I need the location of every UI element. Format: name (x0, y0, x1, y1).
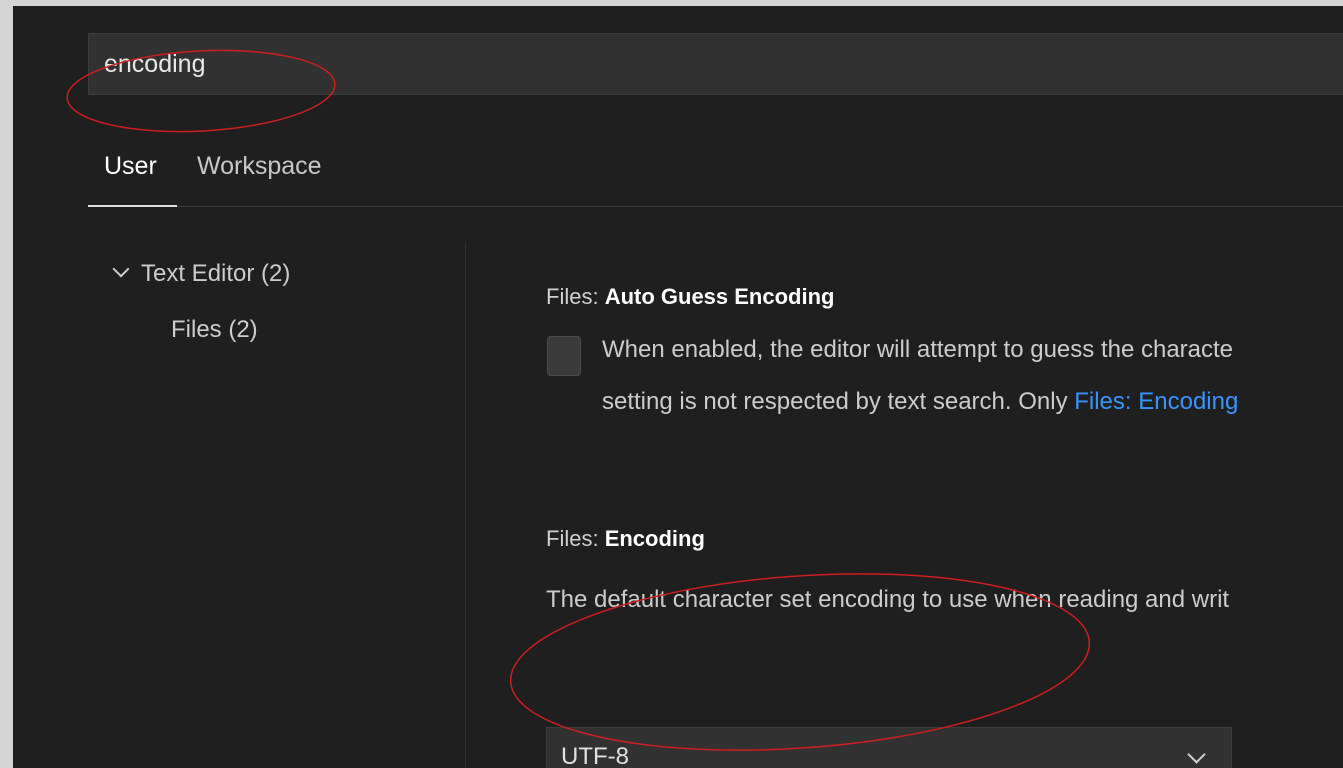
toc-item-text-editor[interactable]: Text Editor (2) (112, 260, 291, 288)
toc-divider (465, 242, 466, 768)
chevron-down-icon (1187, 745, 1206, 764)
setting-title-encoding: Files: Encoding (546, 526, 705, 552)
tab-user[interactable]: User (104, 152, 157, 181)
chevron-down-icon[interactable] (112, 260, 130, 278)
setting-title-auto-guess-encoding: Files: Auto Guess Encoding (546, 284, 834, 310)
setting-category: Files: (546, 284, 605, 309)
settings-scope-tabs: User Workspace (88, 142, 1343, 207)
auto-guess-encoding-checkbox[interactable] (547, 336, 581, 376)
setting-name: Auto Guess Encoding (604, 284, 835, 309)
search-box[interactable] (88, 33, 1343, 95)
setting-description: When enabled, the editor will attempt to… (602, 336, 1234, 363)
setting-name: Encoding (604, 526, 705, 551)
active-tab-indicator (88, 205, 177, 207)
files-encoding-link[interactable]: Files: Encoding (1074, 388, 1238, 415)
settings-editor: User Workspace Text Editor (2) Files (2)… (13, 6, 1343, 768)
toc-item-label: Files (2) (171, 316, 258, 343)
setting-description-line2: setting is not respected by text search.… (602, 388, 1238, 416)
toc-item-label: Text Editor (2) (141, 260, 291, 287)
setting-description-text: setting is not respected by text search.… (602, 388, 1075, 415)
settings-toc: Text Editor (2) Files (2) (88, 242, 466, 768)
setting-category: Files: (546, 526, 605, 551)
search-input[interactable] (104, 34, 1304, 94)
encoding-select[interactable]: UTF-8 (546, 727, 1232, 768)
toc-item-files[interactable]: Files (2) (171, 316, 258, 344)
setting-description: The default character set encoding to us… (546, 586, 1230, 613)
tab-workspace[interactable]: Workspace (197, 152, 322, 181)
encoding-select-value: UTF-8 (561, 743, 629, 768)
